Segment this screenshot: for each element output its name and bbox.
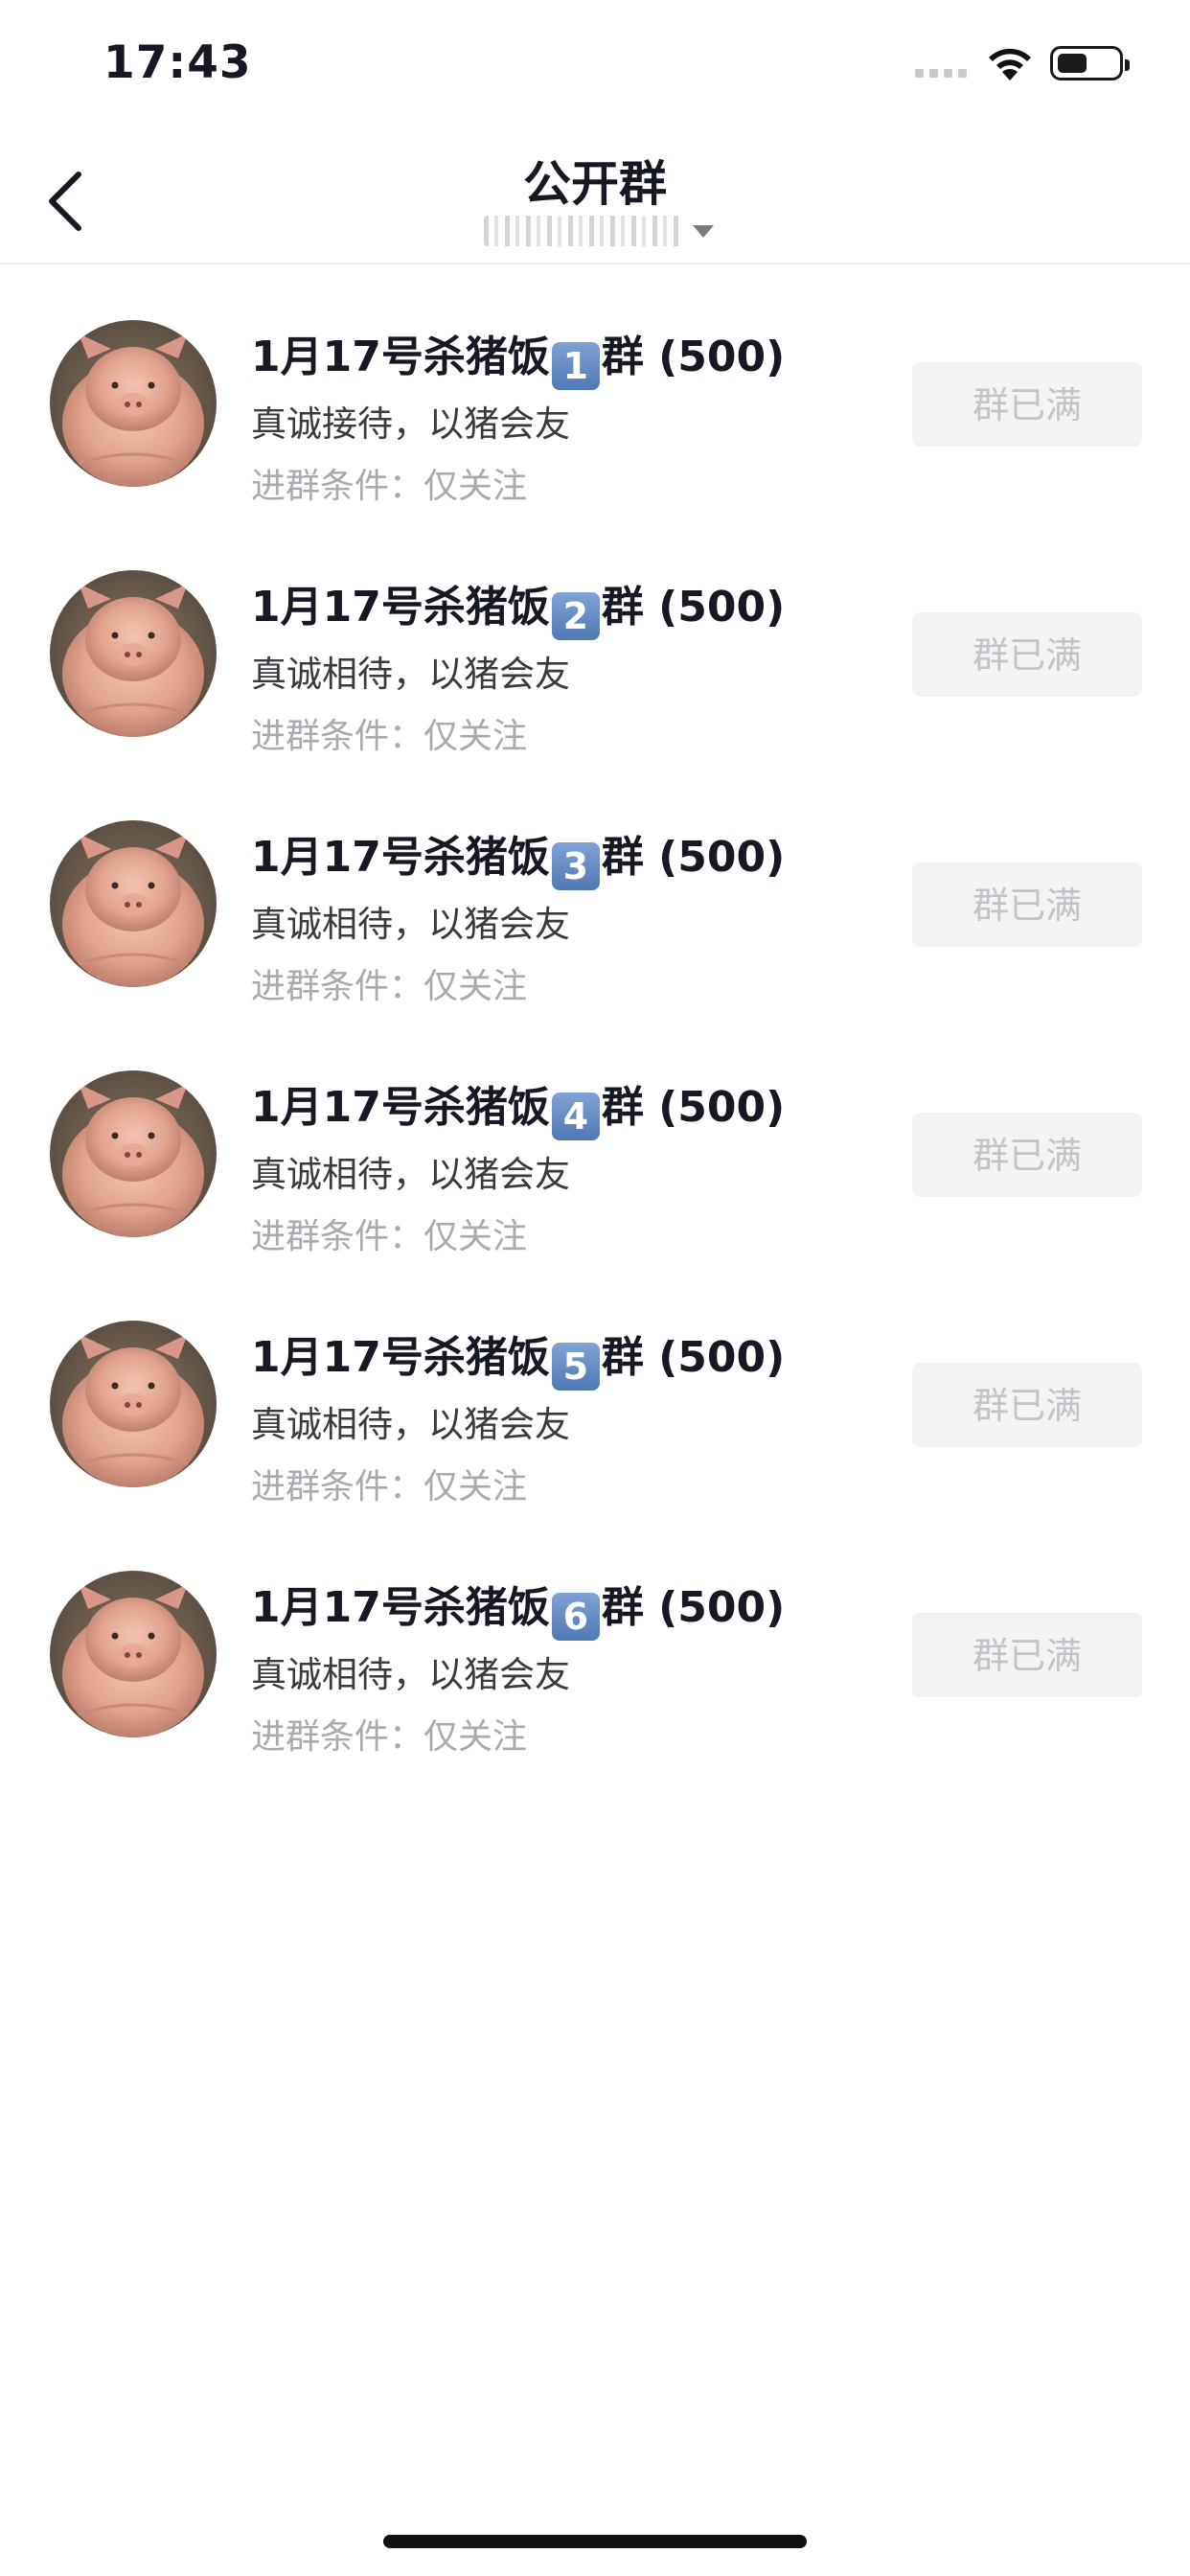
group-description: 真诚相待，以猪会友: [251, 1154, 570, 1195]
join-condition: 进群条件：仅关注: [251, 967, 528, 1006]
group-title: 1月17号杀猪饭 1 群 (500): [251, 322, 785, 390]
group-full-button[interactable]: 群已满: [912, 612, 1142, 697]
group-title-prefix: 1月17号杀猪饭: [251, 333, 550, 381]
number-keycap-icon: 1: [551, 342, 600, 390]
group-full-button[interactable]: 群已满: [912, 1613, 1142, 1697]
group-title-suffix: 群 (500): [601, 1583, 786, 1632]
page-title: 公开群: [523, 156, 667, 212]
group-full-button[interactable]: 群已满: [912, 362, 1142, 447]
number-keycap-icon: 6: [551, 1593, 600, 1641]
group-title: 1月17号杀猪饭 2 群 (500): [251, 572, 785, 640]
battery-icon: [1050, 46, 1130, 80]
group-avatar-pig-image: [50, 820, 217, 987]
group-full-button[interactable]: 群已满: [912, 1113, 1142, 1197]
group-avatar-pig-image: [50, 1571, 217, 1737]
group-description: 真诚相待，以猪会友: [251, 1404, 570, 1445]
group-avatar-pig-image: [50, 320, 217, 487]
group-list-item[interactable]: 1月17号杀猪饭 5 群 (500) 真诚相待，以猪会友 进群条件：仅关注 群已满: [0, 1288, 1190, 1538]
group-list-item[interactable]: 1月17号杀猪饭 1 群 (500) 真诚接待，以猪会友 进群条件：仅关注 群已满: [0, 288, 1190, 538]
group-full-button[interactable]: 群已满: [912, 1363, 1142, 1447]
group-list-item[interactable]: 1月17号杀猪饭 2 群 (500) 真诚相待，以猪会友 进群条件：仅关注 群已满: [0, 538, 1190, 788]
group-list-item[interactable]: 1月17号杀猪饭 4 群 (500) 真诚相待，以猪会友 进群条件：仅关注 群已满: [0, 1038, 1190, 1288]
group-list-item[interactable]: 1月17号杀猪饭 6 群 (500) 真诚相待，以猪会友 进群条件：仅关注 群已满: [0, 1538, 1190, 1788]
number-keycap-icon: 5: [551, 1343, 600, 1391]
group-title-suffix: 群 (500): [601, 583, 786, 632]
group-title: 1月17号杀猪饭 3 群 (500): [251, 822, 785, 890]
join-condition: 进群条件：仅关注: [251, 1717, 528, 1757]
home-indicator[interactable]: [383, 2535, 807, 2548]
number-keycap-icon: 4: [551, 1092, 600, 1140]
group-title-suffix: 群 (500): [601, 333, 786, 381]
group-full-button[interactable]: 群已满: [912, 862, 1142, 947]
group-title-suffix: 群 (500): [601, 1333, 786, 1382]
status-bar: 17:43: [0, 0, 1190, 126]
group-title-suffix: 群 (500): [601, 833, 786, 882]
group-avatar-pig-image: [50, 1321, 217, 1487]
join-condition: 进群条件：仅关注: [251, 1467, 528, 1506]
cellular-signal-icon: [915, 69, 967, 78]
group-title-prefix: 1月17号杀猪饭: [251, 583, 550, 632]
navigation-bar: 公开群: [0, 126, 1190, 264]
join-condition: 进群条件：仅关注: [251, 717, 528, 756]
group-avatar-pig-image: [50, 1070, 217, 1237]
group-title: 1月17号杀猪饭 5 群 (500): [251, 1322, 785, 1391]
group-title-suffix: 群 (500): [601, 1083, 786, 1132]
join-condition: 进群条件：仅关注: [251, 467, 528, 506]
group-title-prefix: 1月17号杀猪饭: [251, 1583, 550, 1632]
group-list-item[interactable]: 1月17号杀猪饭 3 群 (500) 真诚相待，以猪会友 进群条件：仅关注 群已满: [0, 788, 1190, 1038]
group-list: 1月17号杀猪饭 1 群 (500) 真诚接待，以猪会友 进群条件：仅关注 群已满 …: [0, 288, 1190, 1788]
group-title: 1月17号杀猪饭 4 群 (500): [251, 1072, 785, 1140]
group-description: 真诚接待，以猪会友: [251, 403, 570, 445]
wifi-icon: [989, 48, 1031, 80]
group-avatar-pig-image: [50, 570, 217, 737]
group-description: 真诚相待，以猪会友: [251, 654, 570, 695]
group-title-prefix: 1月17号杀猪饭: [251, 1333, 550, 1382]
account-selector[interactable]: [484, 215, 714, 247]
join-condition: 进群条件：仅关注: [251, 1217, 528, 1256]
caret-down-icon: [693, 224, 714, 238]
status-time: 17:43: [103, 36, 252, 89]
group-title-prefix: 1月17号杀猪饭: [251, 1083, 550, 1132]
number-keycap-icon: 3: [551, 842, 600, 890]
blurred-account-name: [484, 216, 681, 246]
group-description: 真诚相待，以猪会友: [251, 1654, 570, 1695]
number-keycap-icon: 2: [551, 592, 600, 640]
group-title: 1月17号杀猪饭 6 群 (500): [251, 1573, 785, 1641]
group-title-prefix: 1月17号杀猪饭: [251, 833, 550, 882]
group-description: 真诚相待，以猪会友: [251, 904, 570, 945]
